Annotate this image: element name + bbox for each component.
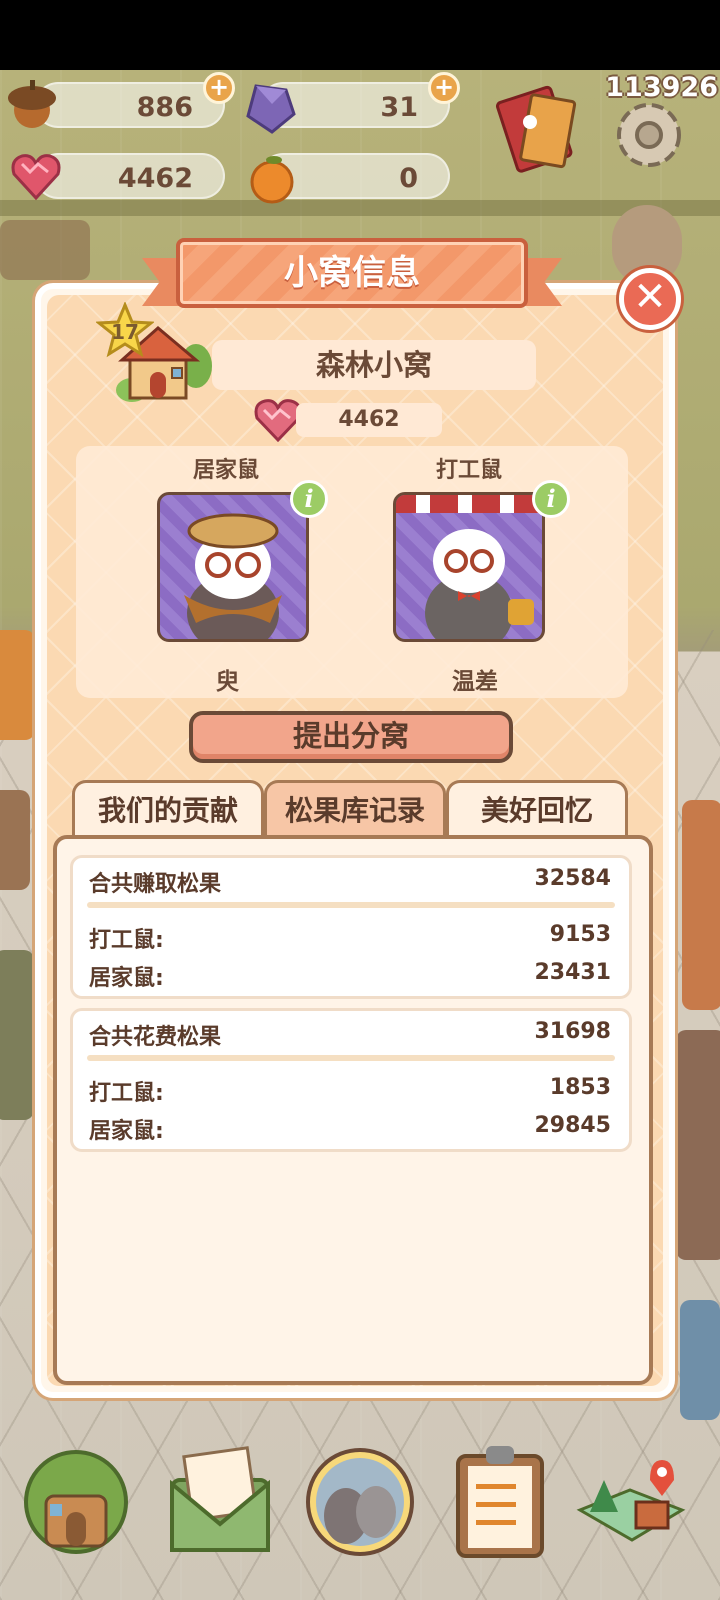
player-id-score: 113926 [605, 72, 718, 103]
heart-gem-icon [11, 154, 61, 201]
tab-our-contribution[interactable]: 我们的贡献 [72, 780, 264, 838]
dialog-title: 小窝信息 [284, 253, 420, 293]
spent-homebody-row: 居家鼠: 29845 [89, 1113, 611, 1145]
heart-value: 4462 [117, 163, 193, 194]
rug-decoration [682, 800, 720, 1010]
acorn-counter: 886 + [35, 72, 235, 128]
tab-good-memories[interactable]: 美好回忆 [446, 780, 628, 838]
mail-nav-icon[interactable] [164, 1440, 276, 1560]
spent-total-row: 合共花费松果 31698 [89, 1019, 611, 1051]
member-info-button-worker[interactable]: i [532, 480, 570, 518]
crate-decoration [0, 790, 30, 890]
bear-decoration [676, 1030, 720, 1260]
board-decoration [0, 950, 34, 1120]
close-button[interactable]: ✕ [619, 268, 681, 330]
nest-heart-count: 4462 [296, 403, 442, 437]
member-portrait-worker[interactable] [393, 492, 545, 642]
spent-total-label: 合共花费松果 [89, 1025, 222, 1050]
earned-homebody-row: 居家鼠: 23431 [89, 960, 611, 992]
earned-worker-label: 打工鼠: [89, 928, 164, 953]
orange-value: 0 [399, 163, 418, 194]
earned-pinecones-card: 合共赚取松果 32584 打工鼠: 9153 居家鼠: 23431 [70, 855, 632, 999]
propose-split-button[interactable]: 提出分窝 [189, 711, 513, 763]
spent-worker-row: 打工鼠: 1853 [89, 1075, 611, 1107]
member-info-button-homebody[interactable]: i [290, 480, 328, 518]
acorn-icon [8, 80, 56, 128]
member-name-homebody: 臾 [216, 669, 239, 695]
desk-decoration [680, 1300, 720, 1420]
home-nav-icon[interactable] [20, 1440, 132, 1560]
map-nav-icon[interactable] [570, 1440, 690, 1560]
add-gem-button[interactable]: + [428, 72, 460, 104]
wall-trim [0, 200, 720, 216]
tasks-nav-icon[interactable] [450, 1440, 550, 1560]
spent-homebody-label: 居家鼠: [89, 1119, 164, 1144]
recipe-book-icon[interactable] [492, 82, 584, 174]
earned-total-row: 合共赚取松果 32584 [89, 866, 611, 898]
hamster-avatar-icon [396, 495, 542, 639]
card-divider [87, 1055, 615, 1061]
spent-total-value: 31698 [534, 1019, 611, 1044]
earned-worker-row: 打工鼠: 9153 [89, 922, 611, 954]
tab-pinecone-records[interactable]: 松果库记录 [264, 780, 446, 838]
earned-homebody-value: 23431 [534, 960, 611, 985]
member-role-homebody: 居家鼠 [193, 458, 260, 483]
pot-decoration [0, 630, 35, 740]
ribbon-banner: 小窝信息 [176, 238, 528, 308]
level-badge: 17 [96, 302, 154, 360]
earned-homebody-label: 居家鼠: [89, 966, 164, 991]
settings-gear-icon[interactable] [606, 92, 692, 178]
friends-nav-icon[interactable] [304, 1440, 416, 1560]
card-divider [87, 902, 615, 908]
spent-worker-label: 打工鼠: [89, 1081, 164, 1106]
orange-icon [250, 156, 294, 204]
earned-total-label: 合共赚取松果 [89, 872, 222, 897]
nest-name: 森林小窝 [212, 340, 536, 390]
acorn-value: 886 [136, 92, 193, 123]
earned-worker-value: 9153 [549, 922, 611, 947]
add-acorn-button[interactable]: + [203, 72, 235, 104]
gem-value: 31 [380, 92, 418, 123]
earned-total-value: 32584 [534, 866, 611, 891]
spent-pinecones-card: 合共花费松果 31698 打工鼠: 1853 居家鼠: 29845 [70, 1008, 632, 1152]
member-name-worker: 温差 [452, 669, 498, 695]
spent-homebody-value: 29845 [534, 1113, 611, 1138]
spent-worker-value: 1853 [549, 1075, 611, 1100]
hamster-avatar-icon [184, 513, 282, 639]
member-portrait-homebody[interactable] [157, 492, 309, 642]
title-ribbon: 小窝信息 [142, 238, 562, 314]
purple-gem-icon [246, 84, 296, 134]
status-bar [0, 0, 720, 70]
member-role-worker: 打工鼠 [436, 458, 503, 483]
shelf-decoration [0, 220, 90, 280]
nest-level: 17 [111, 320, 139, 344]
